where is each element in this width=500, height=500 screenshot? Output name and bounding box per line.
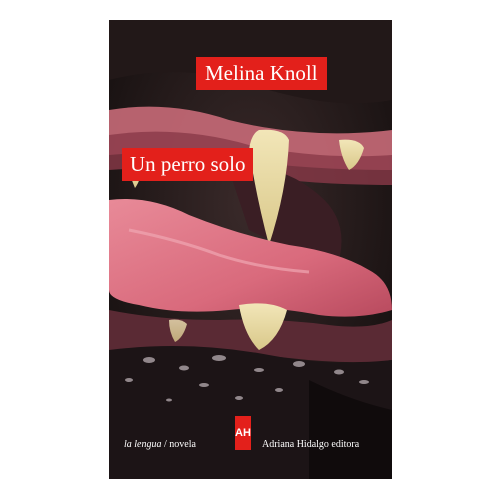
genre-name: novela — [169, 439, 196, 450]
series-separator: / — [164, 439, 167, 450]
publisher-logo: AH — [235, 416, 251, 450]
author-label: Melina Knoll — [196, 57, 327, 90]
series-name: la lengua — [124, 439, 162, 450]
book-cover: Melina Knoll Un perro solo la lengua / n… — [109, 20, 392, 479]
publisher-logo-text: AH — [235, 426, 251, 439]
title-label: Un perro solo — [122, 148, 254, 181]
series-line: la lengua / novela — [124, 439, 196, 450]
publisher-name: Adriana Hidalgo editora — [262, 439, 360, 450]
